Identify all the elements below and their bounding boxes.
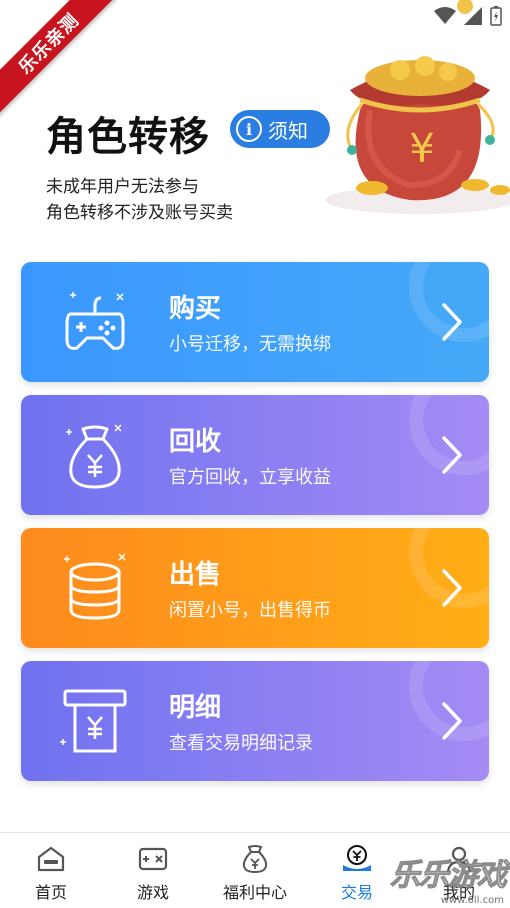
detail-card[interactable]: 明细 查看交易明细记录 — [21, 661, 489, 781]
chevron-right-icon — [442, 303, 462, 341]
receipt-icon — [60, 689, 127, 753]
card-subtitle: 官方回收，立享收益 — [169, 467, 331, 488]
hero-subtitle-line2: 角色转移不涉及账号买卖 — [46, 203, 233, 223]
profile-icon — [446, 846, 472, 873]
svg-text:¥: ¥ — [409, 126, 434, 172]
nav-item-home[interactable]: 首页 — [0, 833, 102, 908]
info-icon: i — [236, 116, 262, 142]
money-bag-icon — [66, 424, 122, 489]
sell-card[interactable]: 出售 闲置小号，出售得币 — [21, 528, 489, 648]
card-subtitle: 查看交易明细记录 — [169, 733, 313, 754]
bottom-nav: 首页 游戏 福利中心 交易 我的 — [0, 832, 510, 908]
buy-card[interactable]: 购买 小号迁移，无需换绑 — [21, 262, 489, 382]
game-icon — [138, 847, 168, 871]
card-subtitle: 闲置小号，出售得币 — [169, 600, 331, 621]
trade-icon — [343, 845, 371, 871]
card-subtitle: 小号迁移，无需换绑 — [169, 334, 331, 355]
test-ribbon: 乐乐亲测 — [0, 0, 150, 150]
card-title: 明细 — [169, 693, 222, 723]
money-bag-illustration: ¥ — [325, 0, 510, 214]
welfare-bag-icon — [242, 845, 268, 874]
nav-label: 游戏 — [136, 883, 169, 902]
nav-label: 首页 — [34, 883, 67, 902]
nav-item-games[interactable]: 游戏 — [102, 833, 204, 908]
home-icon — [37, 846, 65, 872]
chevron-right-icon — [442, 702, 462, 740]
gamepad-icon — [65, 292, 125, 350]
nav-label: 我的 — [442, 883, 475, 902]
nav-item-profile[interactable]: 我的 — [408, 833, 510, 908]
hero-subtitle-line1: 未成年用户无法参与 — [46, 177, 199, 197]
chevron-right-icon — [442, 569, 462, 607]
coin-stack-icon — [64, 553, 126, 620]
nav-label: 福利中心 — [222, 883, 287, 902]
recycle-card[interactable]: 回收 官方回收，立享收益 — [21, 395, 489, 515]
ribbon-text: 乐乐亲测 — [14, 9, 84, 79]
chevron-right-icon — [442, 436, 462, 474]
nav-item-trade[interactable]: 交易 — [306, 833, 408, 908]
card-title: 回收 — [169, 427, 222, 457]
card-title: 购买 — [169, 294, 222, 324]
card-title: 出售 — [169, 560, 222, 590]
nav-item-welfare[interactable]: 福利中心 — [204, 833, 306, 908]
nav-label: 交易 — [340, 883, 373, 902]
